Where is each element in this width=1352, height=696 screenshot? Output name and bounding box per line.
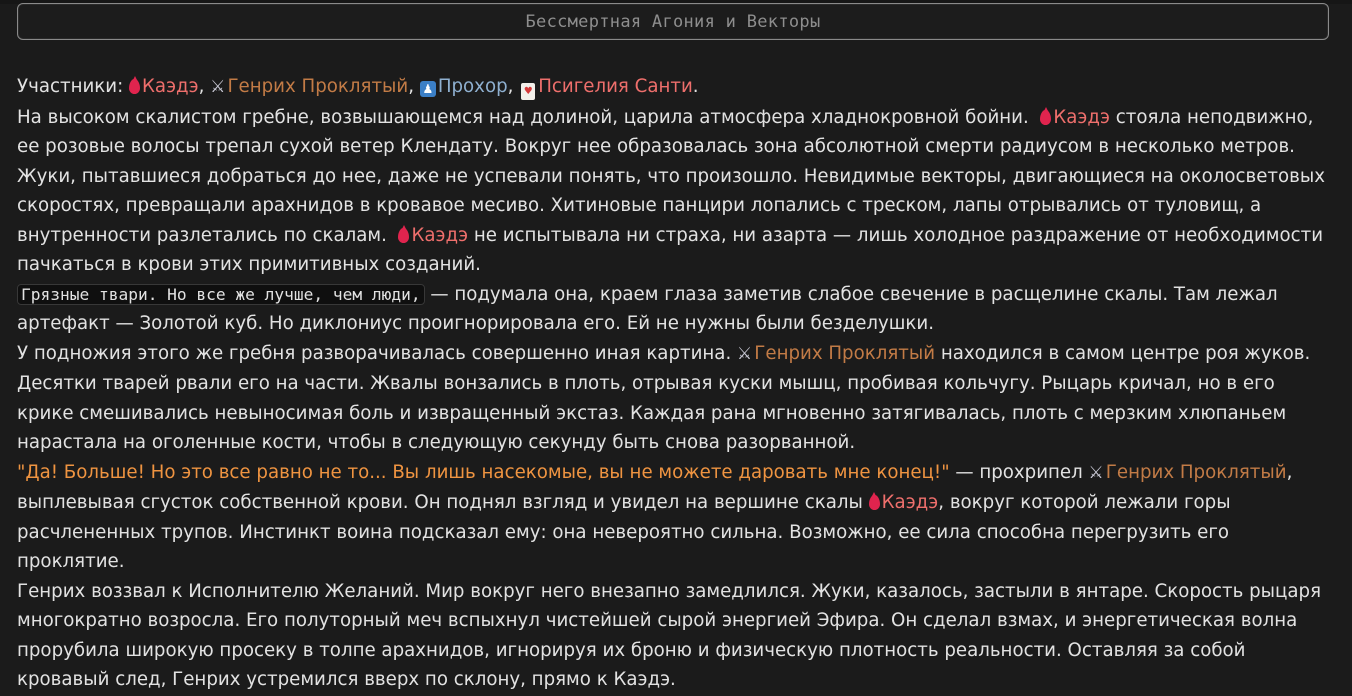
drop-icon: [398, 224, 410, 243]
char-mention-henry: ⚔ Генрих Проклятый: [1089, 462, 1287, 483]
char-mention-kaede: Каэдэ: [868, 492, 938, 513]
paragraph-3: У подножия этого же гребня разворачивала…: [17, 339, 1337, 458]
dialogue-quote: "Да! Больше! Но это все равно не то... В…: [17, 461, 950, 483]
participant-psigelia-name: Псигелия Санти: [538, 76, 693, 97]
participants-label: Участники:: [17, 76, 124, 97]
participant-prokhor-name: Прохор: [437, 76, 508, 97]
drop-icon: [1040, 106, 1052, 125]
playing-card-icon: ♥: [521, 83, 536, 100]
crossed-swords-icon: ⚔: [210, 77, 226, 97]
inline-code-thought: Грязные твари. Но все же лучше, чем люди…: [17, 283, 425, 305]
paragraph-5: Генрих воззвал к Исполнителю Желаний. Ми…: [17, 580, 1322, 691]
drop-icon: [129, 76, 141, 94]
char-mention-kaede: Каэдэ: [1040, 106, 1110, 128]
participant-prokhor: ♟ Прохор: [419, 76, 508, 97]
drop-icon: [868, 492, 880, 510]
participants-line: Участники: Каэдэ, ⚔ Генрих Проклятый, ♟ Пр…: [17, 72, 1337, 103]
chat-title: Бессмертная Агония и Векторы: [525, 11, 821, 32]
participant-henry-name: Генрих Проклятый: [227, 76, 409, 97]
crossed-swords-icon: ⚔: [737, 343, 753, 364]
person-icon: ♟: [419, 81, 436, 97]
participant-psigelia: ♥ Псигелия Санти: [519, 76, 693, 100]
chat-title-bar: Бессмертная Агония и Векторы: [17, 3, 1329, 40]
crossed-swords-icon: ⚔: [1088, 462, 1104, 483]
participant-kaede-name: Каэдэ: [142, 76, 199, 97]
message-content: Участники: Каэдэ, ⚔ Генрих Проклятый, ♟ Пр…: [17, 72, 1337, 695]
paragraph-1: На высоком скалистом гребне, возвышающем…: [17, 106, 1325, 275]
paragraph-2: Грязные твари. Но все же лучше, чем люди…: [17, 283, 1278, 334]
participant-henry: ⚔ Генрих Проклятый: [210, 76, 408, 97]
participant-kaede: Каэдэ: [129, 76, 199, 97]
paragraph-4: "Да! Больше! Но это все равно не то... В…: [17, 458, 1337, 577]
char-mention-henry: ⚔ Генрих Проклятый: [737, 343, 935, 364]
char-mention-kaede: Каэдэ: [398, 224, 468, 246]
